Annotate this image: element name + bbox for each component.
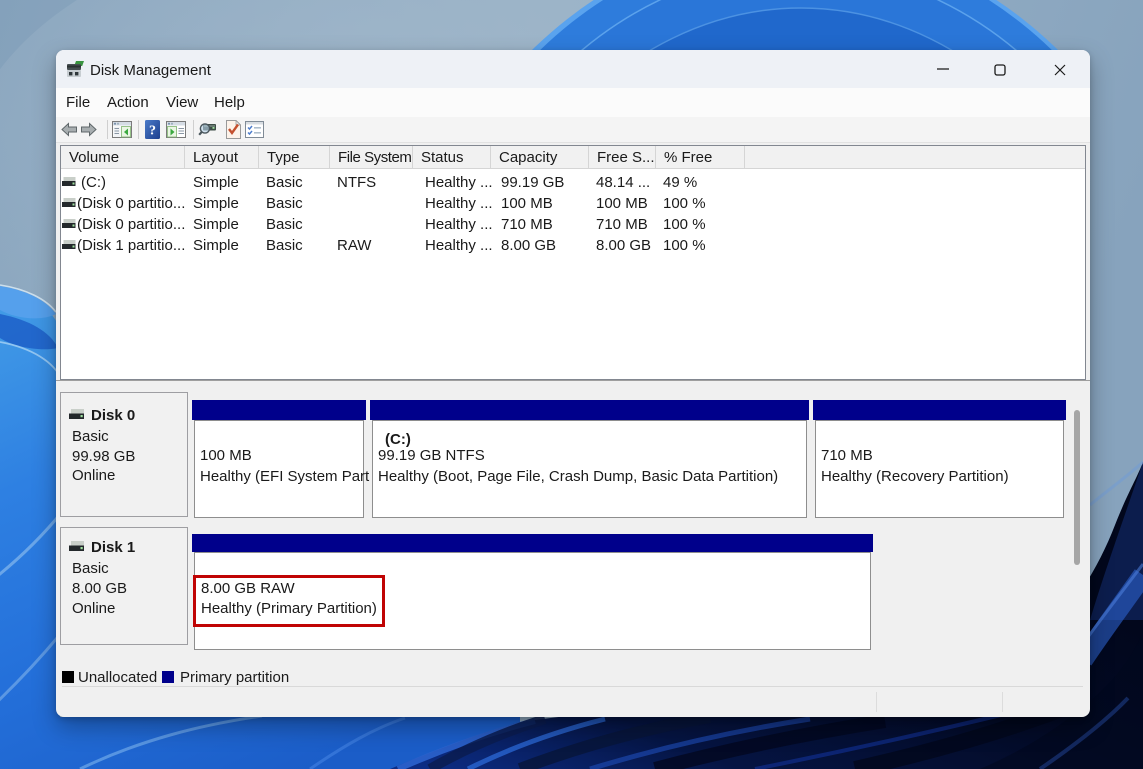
svg-text:?: ? [149,124,156,139]
